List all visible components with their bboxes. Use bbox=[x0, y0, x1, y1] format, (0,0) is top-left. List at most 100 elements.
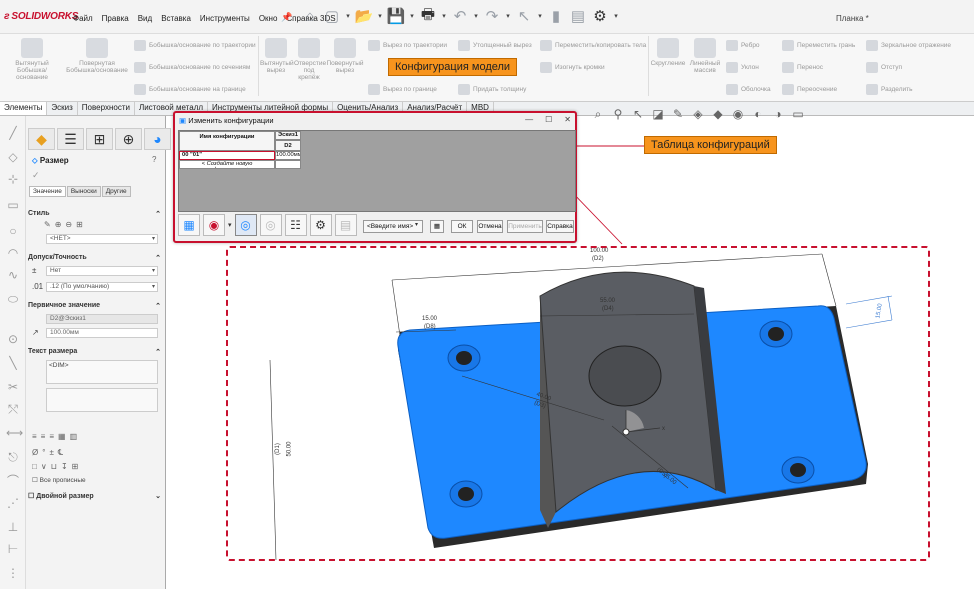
flex-edges-button[interactable]: Изогнуть кромки bbox=[540, 62, 605, 73]
align-full-icon[interactable]: ▥ bbox=[70, 432, 78, 441]
line-icon[interactable]: ╱ bbox=[6, 126, 20, 140]
linear-pattern-button[interactable]: Линейный массив bbox=[688, 38, 722, 74]
hole-wizard-button[interactable]: Отверстие под крепёж bbox=[294, 38, 326, 81]
view-settings-icon[interactable]: ▭ bbox=[790, 106, 806, 122]
zoom-area-icon[interactable]: ⚲ bbox=[610, 106, 626, 122]
save-icon[interactable]: 💾 bbox=[386, 5, 406, 27]
ok-check-icon[interactable]: ✓ bbox=[32, 170, 40, 181]
tab-sketch[interactable]: Эскиз bbox=[47, 102, 78, 115]
display-style-icon[interactable]: ◆ bbox=[710, 106, 726, 122]
tab-value[interactable]: Значение bbox=[29, 186, 66, 197]
parameters-list-icon[interactable]: ☷ bbox=[284, 214, 307, 236]
undo-dropdown-icon[interactable]: ▾ bbox=[472, 5, 480, 27]
col-header-d2[interactable]: D2 bbox=[275, 140, 301, 151]
file-properties-icon[interactable]: ▤ bbox=[568, 5, 588, 27]
coordinate-icon[interactable]: ⊹ bbox=[6, 172, 20, 186]
extruded-cut-button[interactable]: Вытянутый вырез bbox=[260, 38, 294, 74]
new-document-icon[interactable]: ▢ bbox=[322, 5, 342, 27]
degree-icon[interactable]: ° bbox=[42, 448, 45, 457]
help-icon[interactable]: ? bbox=[152, 155, 156, 164]
redo-icon[interactable]: ↷ bbox=[482, 5, 502, 27]
dimension-text-section-header[interactable]: Текст размера ⌃ bbox=[28, 348, 163, 356]
dimension-text-area[interactable]: <DIM> bbox=[46, 360, 158, 384]
point-icon[interactable]: ⊙ bbox=[6, 332, 20, 346]
select-dropdown-icon[interactable]: ▾ bbox=[536, 5, 544, 27]
quick-snaps-icon[interactable]: ⋮ bbox=[6, 566, 20, 580]
cancel-button[interactable]: Отмена bbox=[477, 220, 503, 233]
col-header-sketch[interactable]: Эскиз1 bbox=[275, 131, 301, 140]
configuration-table[interactable]: Имя конфигурации Эскиз1 D2 00 "01" 100.0… bbox=[178, 130, 576, 212]
options-dropdown-icon[interactable]: ▾ bbox=[612, 5, 620, 27]
pattern-icon[interactable]: ⋰ bbox=[6, 496, 20, 510]
configuration-manager-icon[interactable]: ⊞ bbox=[86, 128, 113, 150]
extruded-boss-button[interactable]: Вытянутый Бобышка/основание bbox=[4, 38, 60, 81]
property-manager-icon[interactable]: ☰ bbox=[57, 128, 84, 150]
undo-icon[interactable]: ↶ bbox=[450, 5, 470, 27]
pin-icon[interactable]: 📌 bbox=[281, 12, 292, 23]
menu-insert[interactable]: Вставка bbox=[161, 14, 191, 23]
thicken-cut-button[interactable]: Утолщенный вырез bbox=[458, 40, 532, 51]
dynamic-annotation-icon[interactable]: ✎ bbox=[670, 106, 686, 122]
centerline-icon[interactable]: ╲ bbox=[6, 356, 20, 370]
mirror-button[interactable]: Зеркальное отражение bbox=[866, 40, 951, 51]
view-orientation-icon[interactable]: ◈ bbox=[690, 106, 706, 122]
menu-edit[interactable]: Правка bbox=[102, 14, 129, 23]
previous-view-icon[interactable]: ↖ bbox=[630, 106, 646, 122]
display-manager-icon[interactable]: ◕ bbox=[144, 128, 171, 150]
ok-button[interactable]: ОК bbox=[451, 220, 473, 233]
save-dropdown-icon[interactable]: ▾ bbox=[408, 5, 416, 27]
table-view-icon[interactable]: ▦ bbox=[178, 214, 200, 236]
home-icon[interactable]: ⌂ bbox=[300, 5, 320, 27]
primary-value-section-header[interactable]: Первичное значение ⌃ bbox=[28, 302, 163, 310]
config-row-name[interactable]: 00 "01" bbox=[179, 151, 275, 160]
minimize-icon[interactable]: — bbox=[525, 115, 533, 124]
open-dropdown-icon[interactable]: ▾ bbox=[376, 5, 384, 27]
move-copy-bodies-button[interactable]: Переместить/копировать тела bbox=[540, 40, 646, 51]
repair-icon[interactable]: ⊢ bbox=[6, 542, 20, 556]
dimension-text-area-below[interactable] bbox=[46, 388, 158, 412]
rib-button[interactable]: Ребро bbox=[726, 40, 760, 51]
loft-boss-button[interactable]: Бобышка/основание по сечениям bbox=[134, 62, 250, 73]
style-select[interactable]: <НЕТ> bbox=[46, 234, 158, 244]
view-dropdown-icon[interactable]: ▾ bbox=[415, 221, 418, 228]
draft-button[interactable]: Уклон bbox=[726, 62, 759, 73]
plus-minus-icon[interactable]: ± bbox=[49, 448, 53, 457]
countersink-icon[interactable]: ∨ bbox=[41, 462, 47, 471]
swept-boss-button[interactable]: Бобышка/основание по траектории bbox=[134, 40, 256, 51]
more-symbols-icon[interactable]: ⊞ bbox=[72, 462, 79, 471]
fillet-sketch-icon[interactable]: ⌒ bbox=[6, 474, 20, 488]
diameter-icon[interactable]: Ø bbox=[32, 448, 38, 457]
edit-appearance-icon[interactable]: ◐ bbox=[750, 106, 766, 122]
settings-gear-icon[interactable]: ⚙ bbox=[309, 214, 332, 236]
style-delete-icon[interactable]: ⊖ bbox=[65, 220, 72, 229]
save-view-icon[interactable]: ▦ bbox=[430, 220, 444, 233]
depth-icon[interactable]: ↧ bbox=[61, 462, 68, 471]
solidworks-logo[interactable]: ƨ SOLIDWORKS bbox=[4, 11, 78, 22]
help-button[interactable]: Справка bbox=[546, 220, 574, 233]
options-gear-icon[interactable]: ⚙ bbox=[590, 5, 610, 27]
fillet-button[interactable]: Скругление bbox=[650, 38, 686, 67]
circle-icon[interactable]: ○ bbox=[6, 224, 20, 238]
offset-button[interactable]: Отступ bbox=[866, 62, 902, 73]
maximize-icon[interactable]: ☐ bbox=[545, 115, 552, 124]
tab-other[interactable]: Другие bbox=[101, 186, 131, 197]
dimxpert-icon[interactable]: ⊕ bbox=[115, 128, 142, 150]
tab-surfaces[interactable]: Поверхности bbox=[78, 102, 135, 115]
style-section-header[interactable]: Стиль ⌃ bbox=[28, 210, 163, 218]
tab-leaders[interactable]: Выноски bbox=[66, 186, 101, 197]
spline-icon[interactable]: ∿ bbox=[6, 268, 20, 282]
align-justify-icon[interactable]: ▦ bbox=[58, 432, 66, 441]
style-add-icon[interactable]: ⊕ bbox=[55, 220, 62, 229]
thicken-button[interactable]: Придать толщину bbox=[458, 84, 526, 95]
revolved-cut-button[interactable]: Повернутый вырез bbox=[326, 38, 364, 74]
print-dropdown-icon[interactable]: ▾ bbox=[440, 5, 448, 27]
new-config-empty-cell[interactable] bbox=[275, 160, 301, 169]
revolved-boss-button[interactable]: Повернутая Бобышка/основание bbox=[66, 38, 128, 74]
arc-icon[interactable]: ◠ bbox=[6, 246, 20, 260]
zoom-to-fit-icon[interactable]: ⌕ bbox=[590, 106, 606, 122]
all-caps-checkbox[interactable]: ☐ Все прописные bbox=[32, 476, 86, 484]
redo-dropdown-icon[interactable]: ▾ bbox=[504, 5, 512, 27]
tolerance-select[interactable]: Нет bbox=[46, 266, 158, 276]
slot-icon[interactable]: ⬭ bbox=[6, 292, 20, 306]
align-right-icon[interactable]: ≡ bbox=[49, 432, 54, 441]
